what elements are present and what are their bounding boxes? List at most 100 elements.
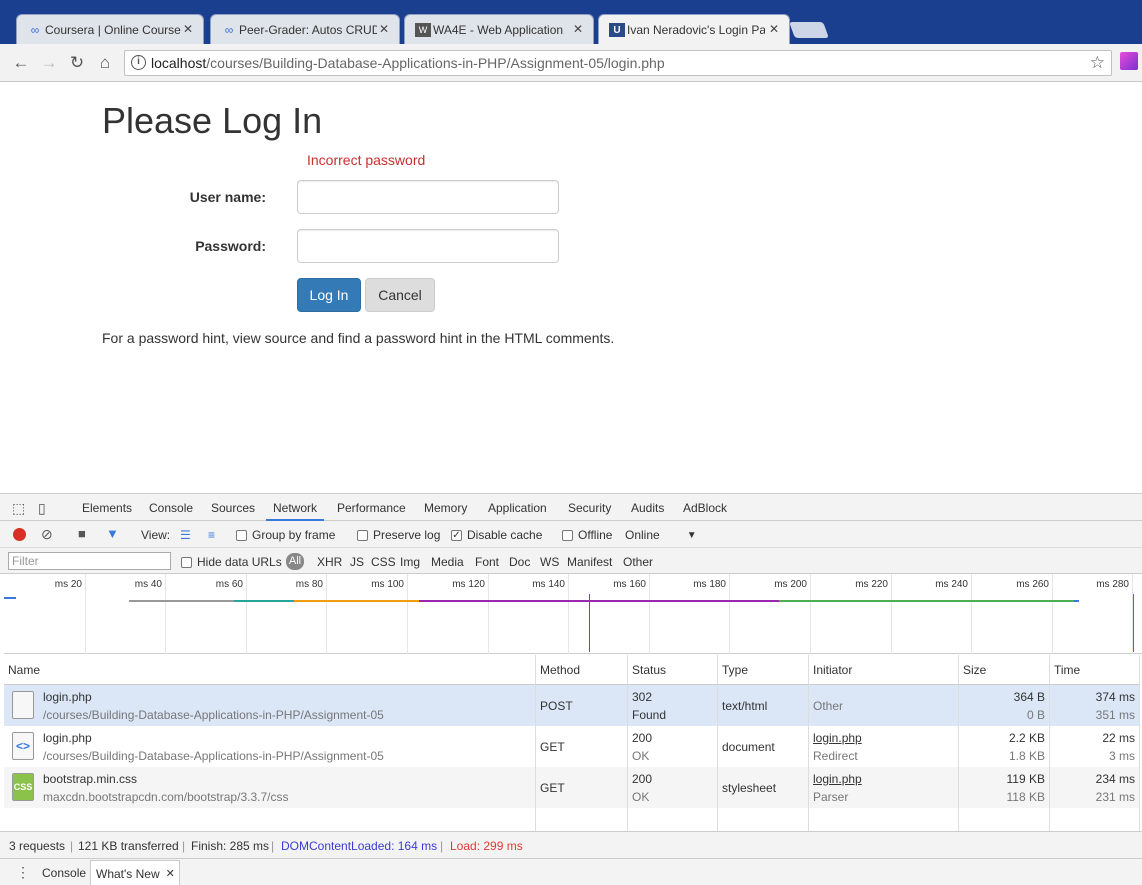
- table-row[interactable]: CSS bootstrap.min.css maxcdn.bootstrapcd…: [4, 767, 1140, 808]
- tab-network[interactable]: Network: [266, 501, 325, 521]
- filter-type-manifest[interactable]: Manifest: [567, 555, 612, 569]
- column-header-name[interactable]: Name: [4, 655, 536, 685]
- timeline-tick-label: 240 ms: [935, 579, 968, 590]
- offline-checkbox[interactable]: Offline: [562, 528, 612, 542]
- close-icon[interactable]: ✕: [573, 22, 583, 36]
- preserve-log-label: Preserve log: [373, 528, 441, 542]
- request-resource-size: 0 B: [1026, 708, 1045, 722]
- column-header-method[interactable]: Method: [536, 655, 628, 685]
- page-title: Please Log In: [102, 100, 323, 141]
- record-icon[interactable]: [13, 528, 26, 541]
- bookmark-star-icon[interactable]: ☆: [1090, 53, 1105, 73]
- clear-icon[interactable]: ⊘: [41, 526, 53, 543]
- camera-icon[interactable]: ■: [78, 526, 86, 541]
- tab-sources[interactable]: Sources: [211, 501, 255, 515]
- waterfall-bar: [294, 600, 419, 602]
- table-row[interactable]: <> login.php /courses/Building-Database-…: [4, 726, 1140, 767]
- filter-type-all[interactable]: All: [286, 553, 304, 570]
- request-latency: 351 ms: [1095, 708, 1135, 722]
- filter-type-other[interactable]: Other: [623, 555, 653, 569]
- request-status: 302: [632, 690, 653, 704]
- disable-cache-label: Disable cache: [467, 528, 543, 542]
- column-header-initiator[interactable]: Initiator: [809, 655, 959, 685]
- tab-audits[interactable]: Audits: [631, 501, 664, 515]
- filter-type-media[interactable]: Media: [431, 555, 464, 569]
- domcontentloaded-time: DOMContentLoaded: 164 ms: [281, 839, 438, 853]
- new-tab-button[interactable]: [789, 22, 829, 38]
- waterfall-icon[interactable]: ≡: [208, 528, 215, 542]
- group-by-frame-checkbox[interactable]: Group by frame: [236, 528, 335, 542]
- filter-type-ws[interactable]: WS: [540, 555, 559, 569]
- inspect-element-icon[interactable]: ⬚: [12, 500, 25, 517]
- filter-type-doc[interactable]: Doc: [509, 555, 530, 569]
- username-input[interactable]: [297, 180, 559, 214]
- cancel-button[interactable]: Cancel: [365, 278, 435, 312]
- filter-icon[interactable]: ▼: [106, 526, 119, 541]
- tab-security[interactable]: Security: [568, 501, 611, 515]
- tab-performance[interactable]: Performance: [337, 501, 406, 515]
- tab-memory[interactable]: Memory: [424, 501, 467, 515]
- tab-application[interactable]: Application: [488, 501, 547, 515]
- filter-type-css[interactable]: CSS: [371, 555, 396, 569]
- reload-icon[interactable]: ↻: [66, 52, 88, 74]
- browser-tab-coursera[interactable]: ∞ Coursera | Online Course ✕: [16, 14, 204, 44]
- home-icon[interactable]: ⌂: [94, 52, 116, 74]
- close-icon[interactable]: ✕: [379, 22, 389, 36]
- column-header-time[interactable]: Time: [1050, 655, 1140, 685]
- timeline-gridline: [407, 574, 408, 654]
- filter-type-js[interactable]: JS: [350, 555, 364, 569]
- extension-icon[interactable]: [1120, 52, 1138, 70]
- column-header-status[interactable]: Status: [628, 655, 718, 685]
- preserve-log-checkbox[interactable]: Preserve log: [357, 528, 440, 542]
- tab-adblock[interactable]: AdBlock: [683, 501, 727, 515]
- more-options-icon[interactable]: ⋮: [16, 864, 30, 881]
- forward-arrow-icon[interactable]: →: [38, 52, 60, 74]
- url-host: localhost: [151, 55, 207, 71]
- close-icon[interactable]: ✕: [183, 22, 193, 36]
- column-header-size[interactable]: Size: [959, 655, 1050, 685]
- drawer-tab-whats-new[interactable]: What's New ✕: [90, 860, 180, 885]
- browser-tab-peer-grader[interactable]: ∞ Peer-Grader: Autos CRUD ✕: [210, 14, 400, 44]
- requests-table: Name Method Status Type Initiator Size T…: [4, 655, 1140, 831]
- request-status-text: Found: [632, 708, 667, 722]
- blank-document-icon: [12, 691, 34, 719]
- filter-type-xhr[interactable]: XHR: [317, 555, 342, 569]
- hide-data-urls-checkbox[interactable]: Hide data URLs: [181, 555, 282, 569]
- filter-type-img[interactable]: Img: [400, 555, 420, 569]
- network-overview-timeline[interactable]: 20 ms 40 ms 60 ms 80 ms 100 ms 120 ms 140 ms 16…: [4, 574, 1142, 654]
- request-status: 200: [632, 772, 653, 786]
- timeline-gridline: [1052, 574, 1053, 654]
- large-rows-icon[interactable]: ☰: [180, 528, 191, 542]
- password-input[interactable]: [297, 229, 559, 263]
- address-bar[interactable]: i localhost/courses/Building-Database-Ap…: [124, 50, 1112, 76]
- initiator-link[interactable]: login.php: [813, 772, 862, 786]
- browser-tab-login[interactable]: U Ivan Neradovic's Login Page ✕: [598, 14, 790, 44]
- request-path: /courses/Building-Database-Applications-…: [43, 749, 384, 763]
- username-label: User name:: [189, 189, 266, 205]
- timeline-tick-label: 20 ms: [54, 579, 82, 590]
- back-arrow-icon[interactable]: ←: [10, 52, 32, 74]
- column-header-type[interactable]: Type: [718, 655, 809, 685]
- close-icon[interactable]: ✕: [166, 867, 175, 885]
- drawer-tab-console[interactable]: Console: [42, 866, 86, 880]
- view-label: View:: [141, 528, 171, 542]
- initiator-link[interactable]: login.php: [813, 731, 862, 745]
- request-time: 22 ms: [1102, 731, 1135, 745]
- tab-elements[interactable]: Elements: [82, 501, 132, 515]
- close-icon[interactable]: ✕: [769, 22, 779, 36]
- info-icon[interactable]: i: [131, 55, 146, 70]
- coursera-icon: ∞: [224, 23, 234, 37]
- browser-tab-wa4e[interactable]: W WA4E - Web Application ✕: [404, 14, 594, 44]
- device-toolbar-icon[interactable]: ▯: [38, 500, 46, 517]
- disable-cache-checkbox[interactable]: ✓ Disable cache: [451, 528, 542, 542]
- filter-input[interactable]: Filter: [8, 552, 171, 570]
- throttle-select[interactable]: Online ▼: [625, 528, 697, 542]
- tab-console[interactable]: Console: [149, 501, 193, 515]
- login-button[interactable]: Log In: [297, 278, 361, 312]
- domcontentloaded-marker: [589, 594, 590, 652]
- table-row[interactable]: login.php /courses/Building-Database-App…: [4, 685, 1140, 726]
- request-path: maxcdn.bootstrapcdn.com/bootstrap/3.3.7/…: [43, 790, 289, 804]
- password-label: Password:: [195, 238, 266, 254]
- filter-type-font[interactable]: Font: [475, 555, 499, 569]
- timeline-gridline: [729, 574, 730, 654]
